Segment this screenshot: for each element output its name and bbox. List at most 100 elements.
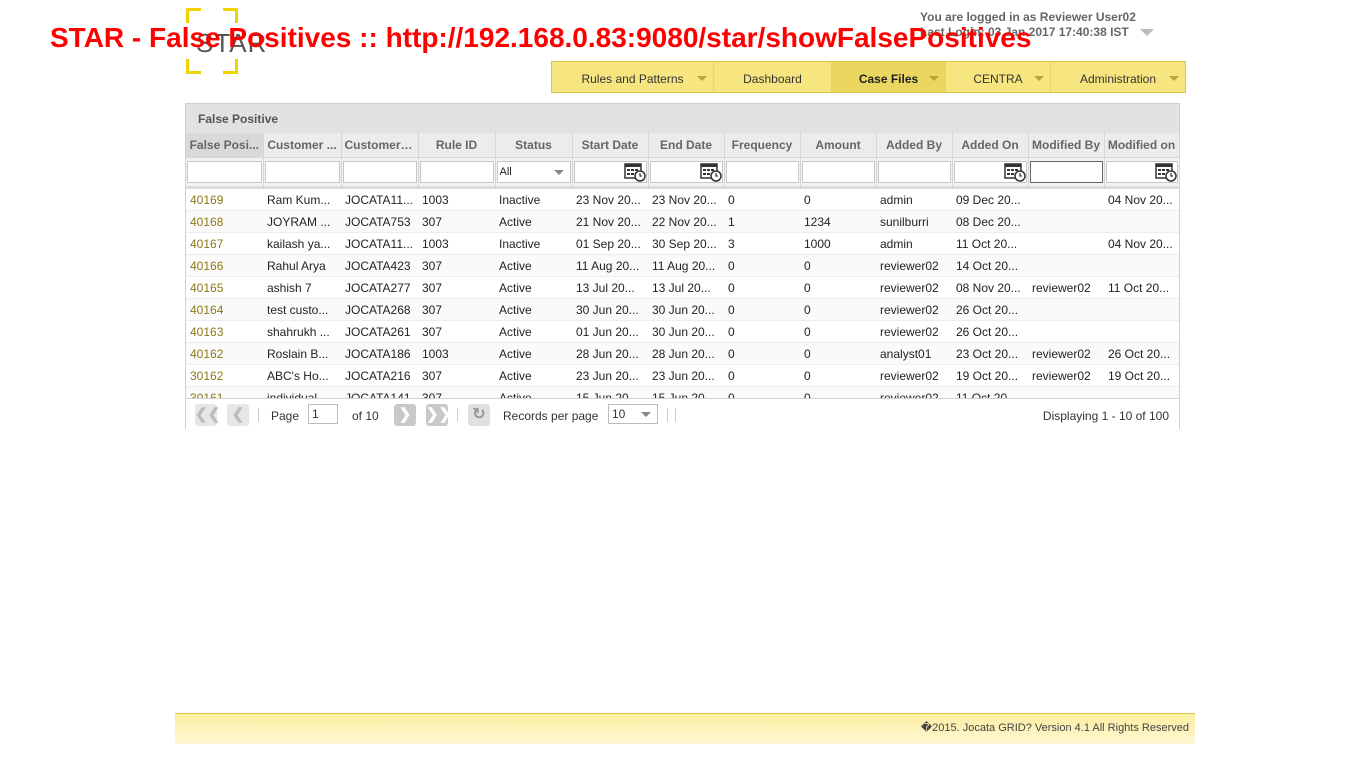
cell-false-positive-id[interactable]: 40166 <box>186 254 263 277</box>
cell-status: Active <box>495 298 572 321</box>
cell-added-by: reviewer02 <box>876 254 952 277</box>
cell-false-positive-id[interactable]: 40168 <box>186 210 263 233</box>
table-row[interactable]: 30162 ABC's Ho... JOCATA216 307 Active 23 Jun… <box>186 364 1179 387</box>
filter-frequency-input[interactable] <box>725 161 799 183</box>
previous-page-icon[interactable]: ❮ <box>227 404 249 426</box>
column-header-modified-on[interactable]: Modified on <box>1104 133 1180 158</box>
cell-start-date: 01 Jun 20... <box>572 320 648 343</box>
column-header-status[interactable]: Status <box>495 133 573 158</box>
filter-cell <box>724 157 801 186</box>
last-page-icon[interactable]: ❯❯ <box>426 404 451 426</box>
calendar-icon[interactable] <box>1003 160 1026 182</box>
records-per-page-select[interactable]: 10 <box>608 404 658 424</box>
cell-modified-on: 19 Oct 20... <box>1104 364 1179 387</box>
cell-false-positive-id[interactable]: 40163 <box>186 320 263 343</box>
cell-frequency: 0 <box>724 254 800 277</box>
table-row[interactable]: 40164 test custo... JOCATA268 307 Active 30 J… <box>186 298 1179 321</box>
table-row[interactable]: 40162 Roslain B... JOCATA186 1003 Active 28 J… <box>186 342 1179 365</box>
cell-frequency: 3 <box>724 232 800 255</box>
cell-frequency: 0 <box>724 189 800 211</box>
nav-item-rules-and-patterns[interactable]: Rules and Patterns <box>552 62 714 92</box>
column-header-modified-by[interactable]: Modified By <box>1028 133 1105 158</box>
cell-customer-name: Rahul Arya <box>263 254 341 277</box>
filter-amount-input[interactable] <box>801 161 875 183</box>
cell-customer-name: ashish 7 <box>263 276 341 299</box>
filter-added-by-input[interactable] <box>877 161 951 183</box>
cell-rule-id: 1003 <box>418 189 495 211</box>
false-positive-grid: False Posi... Customer ... Customer ID R… <box>186 133 1180 409</box>
calendar-icon[interactable] <box>623 160 646 182</box>
table-row[interactable]: 40165 ashish 7 JOCATA277 307 Active 13 Jul 20… <box>186 276 1179 299</box>
filter-modified-by-input[interactable] <box>1029 161 1103 183</box>
cell-customer-name: test custo... <box>263 298 341 321</box>
first-page-icon[interactable]: ❮❮ <box>195 404 220 426</box>
nav-item-centra[interactable]: CENTRA <box>946 62 1051 92</box>
calendar-icon[interactable] <box>1154 160 1177 182</box>
table-row[interactable]: 40169 Ram Kum... JOCATA11... 1003 Inactive 23… <box>186 189 1179 211</box>
table-row[interactable]: 40167 kailash ya... JOCATA11... 1003 Inactiv… <box>186 232 1179 255</box>
filter-customer-name-input[interactable] <box>264 161 340 183</box>
window-title-overlay: STAR - False Positives :: http://192.168… <box>50 22 1032 53</box>
column-header-frequency[interactable]: Frequency <box>724 133 801 158</box>
nav-item-administration[interactable]: Administration <box>1051 62 1185 92</box>
column-header-false-positive[interactable]: False Posi... <box>186 133 264 158</box>
filter-cell: All <box>495 157 573 186</box>
cell-false-positive-id[interactable]: 40165 <box>186 276 263 299</box>
chevron-down-icon <box>1034 76 1044 81</box>
false-positive-panel: False Positive False Posi... Customer ..… <box>185 103 1180 429</box>
cell-added-on: 11 Oct 20... <box>952 232 1028 255</box>
cell-amount: 0 <box>800 276 876 299</box>
column-header-added-by[interactable]: Added By <box>876 133 953 158</box>
logo-corner <box>186 59 201 74</box>
column-header-customer-id[interactable]: Customer ID <box>341 133 419 158</box>
nav-item-label: Case Files <box>858 72 919 86</box>
cell-customer-name: Roslain B... <box>263 342 341 365</box>
column-header-end-date[interactable]: End Date <box>648 133 725 158</box>
cell-amount: 0 <box>800 364 876 387</box>
table-row[interactable]: 40163 shahrukh ... JOCATA261 307 Active 01 Ju… <box>186 320 1179 343</box>
cell-false-positive-id[interactable]: 40162 <box>186 342 263 365</box>
column-header-customer-name[interactable]: Customer ... <box>263 133 342 158</box>
main-nav: Rules and Patterns Dashboard Case Files … <box>551 61 1186 93</box>
footer: �2015. Jocata GRID? Version 4.1 All Righ… <box>175 713 1195 744</box>
cell-start-date: 11 Aug 20... <box>572 254 648 277</box>
pager-separator <box>457 408 458 422</box>
table-row[interactable]: 40166 Rahul Arya JOCATA423 307 Active 11 Aug … <box>186 254 1179 277</box>
calendar-icon[interactable] <box>699 160 722 182</box>
cell-false-positive-id[interactable]: 40164 <box>186 298 263 321</box>
cell-added-on: 19 Oct 20... <box>952 364 1028 387</box>
column-header-start-date[interactable]: Start Date <box>572 133 649 158</box>
cell-rule-id: 307 <box>418 276 495 299</box>
cell-modified-on: 11 Oct 20... <box>1104 276 1179 299</box>
column-header-rule-id[interactable]: Rule ID <box>418 133 496 158</box>
cell-modified-on <box>1104 320 1179 343</box>
filter-customer-id-input[interactable] <box>342 161 417 183</box>
nav-item-case-files[interactable]: Case Files <box>832 62 946 92</box>
refresh-icon[interactable]: ↻ <box>468 404 490 426</box>
nav-item-dashboard[interactable]: Dashboard <box>714 62 832 92</box>
column-header-amount[interactable]: Amount <box>800 133 877 158</box>
filter-rule-id-input[interactable] <box>419 161 494 183</box>
nav-item-label: Rules and Patterns <box>581 72 684 86</box>
column-header-added-on[interactable]: Added On <box>952 133 1029 158</box>
cell-false-positive-id[interactable]: 40167 <box>186 232 263 255</box>
cell-false-positive-id[interactable]: 30162 <box>186 364 263 387</box>
table-row[interactable]: 40168 JOYRAM ... JOCATA753 307 Active 21 Nov … <box>186 210 1179 233</box>
filter-status-select[interactable]: All <box>496 161 571 183</box>
cell-added-on: 09 Dec 20... <box>952 189 1028 211</box>
cell-modified-by <box>1028 210 1104 233</box>
cell-rule-id: 307 <box>418 298 495 321</box>
cell-added-by: reviewer02 <box>876 298 952 321</box>
page-number-input[interactable]: 1 <box>308 404 338 424</box>
cell-end-date: 22 Nov 20... <box>648 210 724 233</box>
next-page-icon[interactable]: ❯ <box>394 404 416 426</box>
cell-rule-id: 307 <box>418 254 495 277</box>
user-menu-chevron-down-icon[interactable] <box>1140 29 1154 36</box>
cell-added-by: admin <box>876 189 952 211</box>
filter-false-positive-input[interactable] <box>187 161 262 183</box>
cell-added-by: sunilburri <box>876 210 952 233</box>
logo-corner <box>223 8 238 23</box>
cell-false-positive-id[interactable]: 40169 <box>186 189 263 211</box>
cell-added-by: reviewer02 <box>876 364 952 387</box>
panel-title: False Positive <box>186 104 1179 133</box>
